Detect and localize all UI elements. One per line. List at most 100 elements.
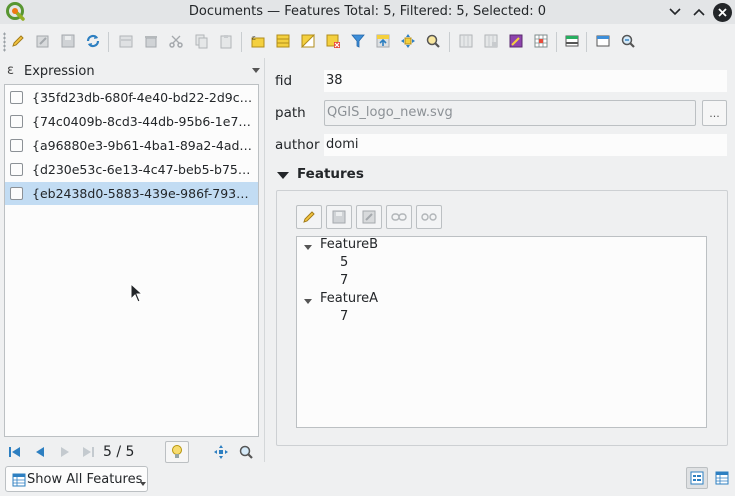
select-all-button[interactable]: [273, 31, 293, 51]
save-icon: [332, 210, 346, 224]
zoom-to-selection-button[interactable]: [423, 31, 443, 51]
tree-leaf[interactable]: 7: [340, 309, 348, 327]
chevron-down-icon[interactable]: [252, 68, 260, 73]
feature-checkbox[interactable]: [10, 139, 23, 152]
link-feature-button[interactable]: [386, 205, 412, 229]
zoom-actions-icon: [621, 34, 635, 48]
collapse-arrow-icon[interactable]: [277, 172, 289, 179]
features-relation-box: FeatureB 5 7 FeatureA 7: [276, 190, 728, 446]
multi-edit-button[interactable]: [33, 31, 53, 51]
expand-arrow-icon[interactable]: [304, 245, 312, 250]
attribute-toolbar: ε: [0, 28, 735, 56]
move-selection-top-button[interactable]: [373, 31, 393, 51]
fid-label: fid: [275, 73, 293, 89]
copy-icon: [195, 34, 208, 49]
browse-path-button[interactable]: ...: [702, 100, 727, 126]
next-feature-button[interactable]: [56, 443, 74, 461]
chevron-down-icon: [669, 8, 681, 16]
pan-to-selection-button[interactable]: [398, 31, 418, 51]
save-relation-button[interactable]: [326, 205, 352, 229]
save-edits-button[interactable]: [58, 31, 78, 51]
last-feature-button[interactable]: [79, 443, 97, 461]
unlink-feature-button[interactable]: [416, 205, 442, 229]
expression-selector[interactable]: ε Expression: [4, 60, 260, 82]
select-by-expression-button[interactable]: ε: [248, 31, 268, 51]
zoom-actions-button[interactable]: [618, 31, 638, 51]
paste-button[interactable]: [216, 31, 236, 51]
tree-node-featureb[interactable]: FeatureB: [320, 237, 378, 255]
add-child-feature-button[interactable]: [356, 205, 382, 229]
feature-checkbox[interactable]: [10, 187, 23, 200]
title-bar: Documents — Features Total: 5, Filtered:…: [0, 0, 735, 24]
zoom-to-feature-button[interactable]: [237, 443, 255, 461]
author-label: author: [275, 137, 320, 153]
path-field[interactable]: QGIS_logo_new.svg: [324, 100, 696, 126]
delete-feature-button[interactable]: [141, 31, 161, 51]
add-feature-button[interactable]: [116, 31, 136, 51]
conditional-formatting-button[interactable]: [531, 31, 551, 51]
feature-list[interactable]: {35fd23db-680f-4e40-bd22-2d9c5b... {74c0…: [4, 84, 259, 437]
list-item[interactable]: {35fd23db-680f-4e40-bd22-2d9c5b...: [5, 86, 258, 109]
highlight-feature-button[interactable]: [165, 441, 189, 463]
paste-icon: [220, 35, 232, 49]
list-item[interactable]: {74c0409b-8cd3-44db-95b6-1e7dc...: [5, 110, 258, 133]
tree-leaf[interactable]: 5: [340, 255, 348, 273]
form-view-icon: [690, 471, 704, 485]
feature-checkbox[interactable]: [10, 91, 23, 104]
features-group-title: Features: [297, 166, 364, 182]
feature-filter-button[interactable]: Show All Features: [5, 466, 148, 492]
toolbar-separator: [449, 32, 450, 52]
actions-button[interactable]: [593, 31, 613, 51]
minimize-button[interactable]: [666, 3, 684, 21]
first-icon: [9, 447, 20, 457]
toggle-relation-editing-button[interactable]: [296, 205, 322, 229]
pan-to-feature-button[interactable]: [212, 443, 230, 461]
tree-node-featurea[interactable]: FeatureA: [320, 291, 378, 309]
feature-checkbox[interactable]: [10, 115, 23, 128]
invert-selection-button[interactable]: [298, 31, 318, 51]
close-button[interactable]: [713, 3, 732, 22]
cut-icon: [169, 35, 183, 48]
field-calculator-button[interactable]: [506, 31, 526, 51]
fid-field[interactable]: 38: [324, 70, 727, 92]
feature-checkbox[interactable]: [10, 163, 23, 176]
copy-button[interactable]: [191, 31, 211, 51]
toggle-editing-button[interactable]: [8, 31, 28, 51]
form-view-button[interactable]: [686, 467, 708, 489]
table-view-icon: [715, 471, 729, 485]
previous-feature-button[interactable]: [31, 443, 49, 461]
edit-multi-icon: [36, 35, 49, 48]
zoom-icon: [239, 445, 253, 459]
deselect-all-button[interactable]: [323, 31, 343, 51]
last-icon: [83, 447, 94, 457]
expand-arrow-icon[interactable]: [304, 299, 312, 304]
feature-label: {74c0409b-8cd3-44db-95b6-1e7dc...: [32, 114, 256, 129]
deselect-icon: [326, 34, 340, 48]
list-item[interactable]: {d230e53c-6e13-4c47-beb5-b75a0...: [5, 158, 258, 181]
cut-button[interactable]: [166, 31, 186, 51]
relation-tree[interactable]: FeatureB 5 7 FeatureA 7: [296, 236, 707, 428]
pencil-icon: [12, 35, 24, 47]
first-feature-button[interactable]: [6, 443, 24, 461]
feature-label: {eb2438d0-5883-439e-986f-793e9e...: [32, 186, 256, 201]
maximize-button[interactable]: [690, 3, 708, 21]
author-field[interactable]: domi: [324, 134, 727, 156]
table-view-button[interactable]: [711, 467, 733, 489]
feature-label: {a96880e3-9b61-4ba1-89a2-4adc2...: [32, 138, 256, 153]
list-item[interactable]: {a96880e3-9b61-4ba1-89a2-4adc2...: [5, 134, 258, 157]
list-item-selected[interactable]: {eb2438d0-5883-439e-986f-793e9e...: [5, 182, 258, 205]
filter-selection-button[interactable]: [348, 31, 368, 51]
save-icon: [61, 34, 75, 48]
delete-field-button[interactable]: [481, 31, 501, 51]
tree-leaf[interactable]: 7: [340, 273, 348, 291]
chevron-down-icon[interactable]: [140, 482, 146, 486]
chevron-up-icon: [693, 8, 705, 16]
toolbar-handle[interactable]: [3, 32, 6, 52]
feature-list-panel: ε Expression {35fd23db-680f-4e40-bd22-2d…: [0, 58, 263, 463]
dock-table-button[interactable]: [562, 31, 582, 51]
select-expression-icon: ε: [251, 34, 265, 48]
new-field-button[interactable]: [456, 31, 476, 51]
reload-button[interactable]: [83, 31, 103, 51]
link-icon: [391, 213, 407, 221]
mouse-cursor-icon: [130, 283, 144, 303]
